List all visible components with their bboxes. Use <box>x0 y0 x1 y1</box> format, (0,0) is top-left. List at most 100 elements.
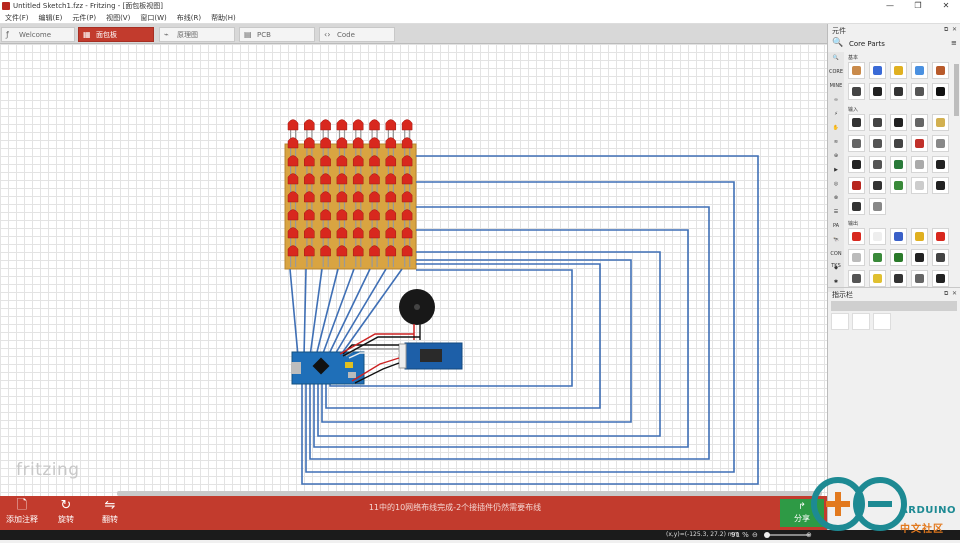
tab-code[interactable]: ‹› Code <box>319 27 395 42</box>
part-output[interactable] <box>890 249 907 266</box>
bin-tab[interactable]: PA <box>829 220 843 232</box>
bin-tab[interactable]: ∞ <box>829 94 843 106</box>
panel-close-icon[interactable]: ✕ <box>952 26 957 33</box>
part-basic[interactable] <box>848 62 865 79</box>
bluetooth-module[interactable] <box>398 342 463 370</box>
part-input[interactable] <box>869 156 886 173</box>
part-output[interactable] <box>848 228 865 245</box>
part-output[interactable] <box>869 228 886 245</box>
panel-float-icon[interactable]: ⧉ <box>944 290 948 298</box>
part-input[interactable] <box>890 177 907 194</box>
part-input[interactable] <box>869 177 886 194</box>
part-output[interactable] <box>932 249 949 266</box>
menu-part[interactable]: 元件(P) <box>67 12 101 24</box>
flip-button[interactable]: ⇋ 翻转 <box>88 498 132 528</box>
part-output[interactable] <box>932 228 949 245</box>
part-output[interactable] <box>869 249 886 266</box>
bin-menu-icon[interactable]: ≡ <box>951 39 957 47</box>
menu-routing[interactable]: 布线(R) <box>172 12 206 24</box>
part-input[interactable] <box>869 135 886 152</box>
part-basic[interactable] <box>932 62 949 79</box>
bin-tab[interactable]: ☰ <box>829 206 843 218</box>
part-output[interactable] <box>911 270 928 287</box>
piezo-buzzer[interactable] <box>399 289 435 340</box>
part-output[interactable] <box>848 270 865 287</box>
bin-tab[interactable]: CON TKS <box>829 248 843 269</box>
part-input[interactable] <box>932 177 949 194</box>
part-input[interactable] <box>890 135 907 152</box>
breadboard-canvas[interactable] <box>0 44 827 496</box>
panel-float-icon[interactable]: ⧉ <box>944 26 948 34</box>
rotate-button[interactable]: ↻ 旋转 <box>44 498 88 528</box>
bin-tab[interactable]: ≋ <box>829 136 843 148</box>
tab-breadboard[interactable]: ▦ 面包板 <box>78 27 154 42</box>
bin-tab[interactable]: ▶ <box>829 164 843 176</box>
zoom-slider[interactable] <box>766 534 810 536</box>
part-output[interactable] <box>869 270 886 287</box>
bin-tab[interactable]: MINE <box>829 80 843 92</box>
part-output[interactable] <box>911 228 928 245</box>
menu-view[interactable]: 视图(V) <box>101 12 135 24</box>
part-input[interactable] <box>932 135 949 152</box>
wire[interactable] <box>303 268 307 357</box>
bin-tab[interactable]: ✋ <box>829 122 843 134</box>
part-basic[interactable] <box>911 62 928 79</box>
part-input[interactable] <box>890 114 907 131</box>
part-input[interactable] <box>911 177 928 194</box>
circuit-drawing[interactable] <box>0 44 827 496</box>
part-output[interactable] <box>890 270 907 287</box>
bin-tab[interactable]: CORE <box>829 66 843 78</box>
bin-tab[interactable]: ◆ <box>829 262 843 274</box>
part-input[interactable] <box>848 135 865 152</box>
tab-schematic[interactable]: ⌁ 原理图 <box>159 27 235 42</box>
part-input[interactable] <box>890 156 907 173</box>
part-basic[interactable] <box>890 83 907 100</box>
bin-tab[interactable]: ⊗ <box>829 192 843 204</box>
wire[interactable] <box>289 268 299 357</box>
part-input[interactable] <box>911 135 928 152</box>
parts-scrollbar[interactable] <box>954 64 959 116</box>
part-basic[interactable] <box>869 83 886 100</box>
part-input[interactable] <box>848 114 865 131</box>
zoom-slider-handle[interactable] <box>764 532 770 538</box>
part-basic[interactable] <box>869 62 886 79</box>
part-output[interactable] <box>911 249 928 266</box>
maximize-button[interactable]: ❐ <box>904 0 932 12</box>
part-input[interactable] <box>869 114 886 131</box>
part-output[interactable] <box>848 249 865 266</box>
bin-tab[interactable]: 🐄 <box>829 234 843 246</box>
menu-help[interactable]: 帮助(H) <box>206 12 241 24</box>
part-basic[interactable] <box>932 83 949 100</box>
part-output[interactable] <box>932 270 949 287</box>
part-input[interactable] <box>932 156 949 173</box>
wire[interactable] <box>321 259 632 423</box>
panel-close-icon[interactable]: ✕ <box>952 290 957 297</box>
part-input[interactable] <box>911 114 928 131</box>
menu-window[interactable]: 窗口(W) <box>135 12 171 24</box>
part-input[interactable] <box>911 156 928 173</box>
part-basic[interactable] <box>911 83 928 100</box>
search-icon[interactable]: 🔍 <box>832 38 843 48</box>
wire[interactable] <box>309 268 323 357</box>
bin-tab[interactable]: ⊕ <box>829 150 843 162</box>
bin-tab[interactable]: ⚡ <box>829 108 843 120</box>
add-note-button[interactable]: 🗋 添加注释 <box>0 498 44 528</box>
tab-welcome[interactable]: ƒ Welcome <box>1 27 75 42</box>
tab-pcb[interactable]: ▤ PCB <box>239 27 315 42</box>
routing-status-message[interactable]: 11中的10网络布线完成-2个接插件仍然需要布线 <box>260 502 650 513</box>
part-basic[interactable] <box>848 83 865 100</box>
bin-tab[interactable]: 🔍 <box>829 52 843 64</box>
zoom-out-icon[interactable]: ⊖ <box>752 530 758 540</box>
part-basic[interactable] <box>890 62 907 79</box>
part-input[interactable] <box>932 114 949 131</box>
inspector-name-field[interactable] <box>831 301 957 311</box>
menu-edit[interactable]: 编辑(E) <box>34 12 68 24</box>
bin-tab[interactable]: ◎ <box>829 178 843 190</box>
close-button[interactable]: ✕ <box>932 0 960 12</box>
part-input[interactable] <box>848 198 865 215</box>
part-output[interactable] <box>890 228 907 245</box>
menu-file[interactable]: 文件(F) <box>0 12 34 24</box>
minimize-button[interactable]: — <box>876 0 904 12</box>
part-input[interactable] <box>848 156 865 173</box>
part-input[interactable] <box>848 177 865 194</box>
